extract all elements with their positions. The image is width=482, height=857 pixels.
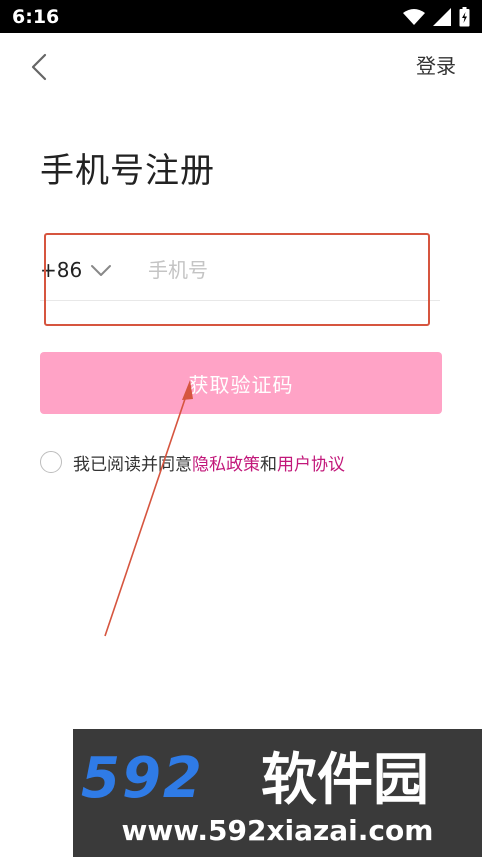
status-time: 6:16 [12,6,60,28]
svg-text:592: 592 [81,746,204,811]
back-button[interactable] [24,50,54,84]
watermark: 592 软件园 www.592xiazai.com [73,729,482,857]
chevron-left-icon [31,53,47,81]
status-icons [403,6,470,28]
get-code-button[interactable]: 获取验证码 [40,352,442,414]
status-bar: 6:16 [0,0,482,33]
login-link[interactable]: 登录 [416,52,456,80]
privacy-policy-link[interactable]: 隐私政策 [192,450,260,475]
watermark-brand: 592 软件园 [81,746,429,811]
agree-radio[interactable] [40,451,62,473]
terms-link[interactable]: 用户协议 [277,450,345,475]
signal-icon [433,8,451,26]
page-title: 手机号注册 [40,151,215,191]
agreement-prefix: 我已阅读并同意 [73,454,192,475]
agreement-row: 我已阅读并同意 隐私政策 和 用户协议 [40,448,345,476]
agreement-connector: 和 [260,454,277,475]
chevron-down-icon[interactable] [90,260,112,280]
wifi-icon [403,9,425,25]
battery-icon [459,7,470,27]
svg-text:软件园: 软件园 [261,748,429,811]
watermark-url: www.592xiazai.com [121,814,434,847]
phone-input-row: +86 [40,240,440,301]
phone-input[interactable] [148,254,428,286]
country-code[interactable]: +86 [40,256,82,284]
